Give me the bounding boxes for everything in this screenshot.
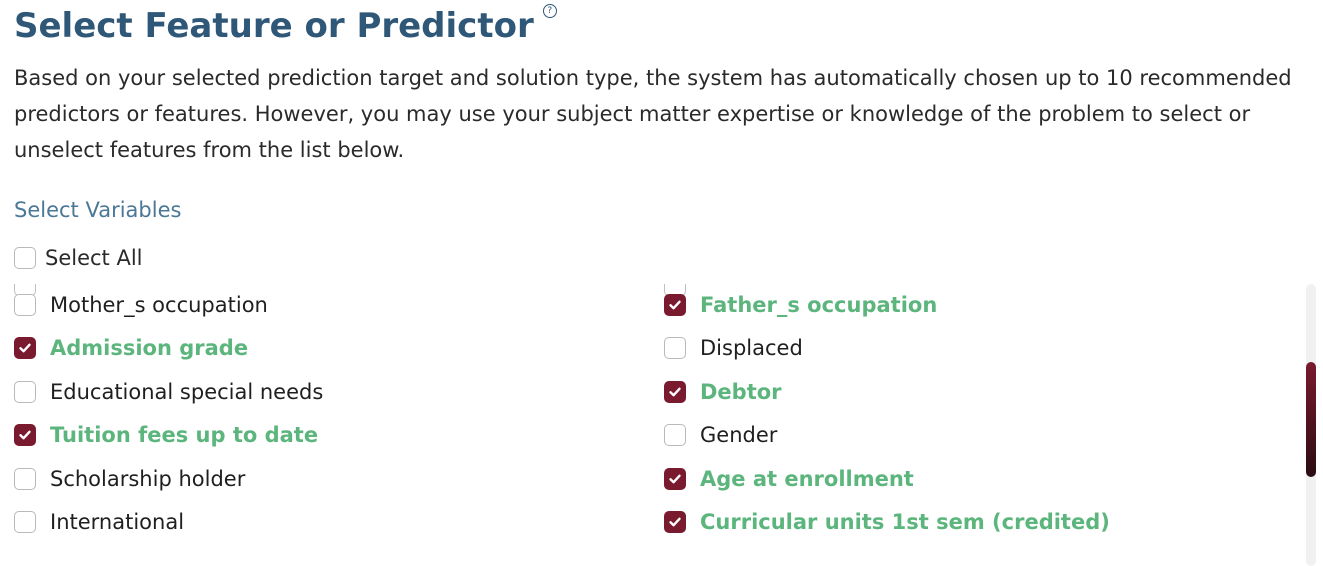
checkbox-checked-icon[interactable]	[664, 511, 686, 533]
section-label: Select Variables	[14, 198, 182, 222]
checkbox-checked-icon[interactable]	[664, 294, 686, 316]
variables-list[interactable]: Mother_s occupation Admission grade Educat…	[0, 284, 1302, 566]
select-all-checkbox[interactable]: Select All	[14, 246, 143, 270]
variable-item[interactable]: Age at enrollment	[664, 464, 914, 494]
scrollbar-thumb[interactable]	[1306, 362, 1316, 477]
variable-item[interactable]: Mother_s occupation	[14, 290, 268, 320]
variable-item[interactable]: Scholarship holder	[14, 464, 245, 494]
variable-label: Mother_s occupation	[50, 293, 268, 317]
help-icon[interactable]: ?	[542, 4, 557, 18]
variable-label: Displaced	[700, 336, 803, 360]
variable-label: Tuition fees up to date	[50, 423, 319, 447]
checkbox-checked-icon[interactable]	[14, 424, 36, 446]
variable-label: Admission grade	[50, 336, 249, 360]
variable-item[interactable]: Displaced	[664, 333, 803, 363]
checkbox-icon[interactable]	[14, 468, 36, 490]
checkbox-icon[interactable]	[664, 337, 686, 359]
checkbox-icon[interactable]	[14, 247, 36, 269]
variable-label: International	[50, 510, 185, 534]
variable-item[interactable]: Educational special needs	[14, 377, 323, 407]
variable-item[interactable]: Curricular units 1st sem (credited)	[664, 507, 1110, 537]
checkbox-checked-icon[interactable]	[14, 337, 36, 359]
feature-selection-page: Select Feature or Predictor ? Based on y…	[0, 0, 1323, 566]
variable-item[interactable]: Admission grade	[14, 333, 248, 363]
scrollbar[interactable]	[1306, 284, 1316, 566]
page-title: Select Feature or Predictor	[14, 6, 534, 46]
variable-label: Curricular units 1st sem (credited)	[700, 510, 1110, 534]
variable-item[interactable]: Debtor	[664, 377, 782, 407]
variable-item[interactable]: Father_s occupation	[664, 290, 937, 320]
checkbox-icon[interactable]	[14, 511, 36, 533]
checkbox-icon[interactable]	[14, 381, 36, 403]
variable-item[interactable]: Tuition fees up to date	[14, 420, 318, 450]
checkbox-icon[interactable]	[664, 424, 686, 446]
page-description: Based on your selected prediction target…	[14, 66, 1292, 162]
checkbox-icon[interactable]	[14, 294, 36, 316]
checkbox-checked-icon[interactable]	[664, 381, 686, 403]
checkbox-checked-icon[interactable]	[664, 468, 686, 490]
variable-label: Scholarship holder	[50, 467, 246, 491]
variable-label: Debtor	[700, 380, 782, 404]
variable-label: Gender	[700, 423, 778, 447]
variable-label: Father_s occupation	[700, 293, 938, 317]
select-all-label: Select All	[45, 246, 143, 270]
variable-item[interactable]: Gender	[664, 420, 777, 450]
variable-label: Age at enrollment	[700, 467, 914, 491]
title-row: Select Feature or Predictor ?	[14, 2, 557, 50]
variable-label: Educational special needs	[50, 380, 324, 404]
variable-item[interactable]: International	[14, 507, 184, 537]
